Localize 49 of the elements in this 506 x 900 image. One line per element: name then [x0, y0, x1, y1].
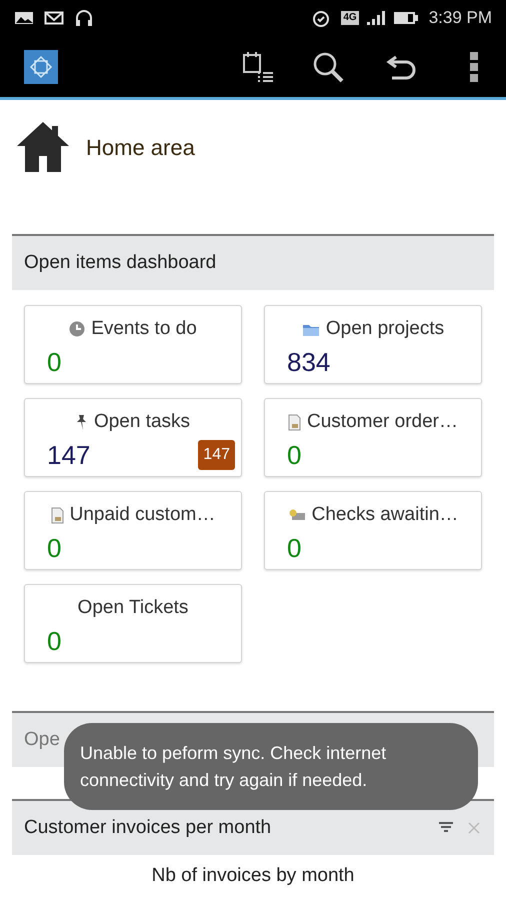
card-label: Events to do	[91, 317, 197, 341]
count-badge: 147	[198, 440, 235, 470]
chart-title: Nb of invoices by month	[152, 865, 354, 887]
dashboard-card[interactable]: Checks awaitin… 0	[264, 491, 482, 570]
calendar-list-icon	[242, 50, 274, 82]
document-icon	[288, 414, 301, 431]
card-value: 0	[47, 346, 62, 378]
dashboard-card[interactable]: Open projects 834	[264, 305, 482, 384]
card-value: 0	[47, 624, 62, 656]
page-title: Home area	[86, 134, 195, 162]
dashboard-card[interactable]: Unpaid custom… 0	[24, 491, 242, 570]
card-label: Customer order…	[307, 410, 458, 434]
card-label: Open tasks	[94, 410, 190, 434]
card-value: 0	[47, 532, 62, 564]
signal-icon	[364, 10, 387, 26]
filter-icon[interactable]	[438, 822, 454, 834]
headphones-icon	[74, 9, 94, 27]
network-type: 4G	[341, 11, 359, 25]
more-icon	[470, 52, 478, 82]
image-icon	[14, 10, 34, 26]
dashboard-card[interactable]: Events to do 0	[24, 305, 242, 384]
agenda-button[interactable]	[242, 50, 274, 82]
section-title: Customer invoices per month	[24, 816, 272, 840]
overflow-menu-button[interactable]	[470, 52, 478, 82]
card-label: Open projects	[326, 317, 444, 341]
search-icon	[312, 50, 344, 82]
card-value: 147	[47, 438, 90, 470]
pin-icon	[76, 414, 88, 431]
card-label: Unpaid custom…	[70, 503, 216, 527]
logo-icon	[29, 54, 53, 78]
document-icon	[50, 506, 64, 524]
dashboard-card[interactable]: Open Tickets 0	[24, 584, 242, 663]
card-label: Open Tickets	[78, 596, 188, 620]
toast-message: Unable to peform sync. Check internet connectivity and try again if needed.	[80, 742, 388, 792]
card-value: 0	[287, 532, 302, 564]
section-title: Ope	[24, 728, 60, 752]
app-logo-button[interactable]	[24, 50, 58, 84]
mail-icon	[44, 10, 64, 26]
section-title: Open items dashboard	[24, 250, 216, 275]
card-value: 0	[287, 438, 302, 470]
house-icon	[16, 120, 70, 174]
card-value: 834	[287, 346, 330, 378]
search-button[interactable]	[312, 50, 344, 82]
dashboard-card[interactable]: Open tasks 147 147	[24, 398, 242, 477]
clock-time: 3:39 PM	[428, 7, 492, 30]
battery-icon	[392, 10, 419, 26]
card-label: Checks awaitin…	[312, 503, 458, 527]
dashboard-card[interactable]: Customer order… 0	[264, 398, 482, 477]
clock-icon	[69, 321, 86, 338]
